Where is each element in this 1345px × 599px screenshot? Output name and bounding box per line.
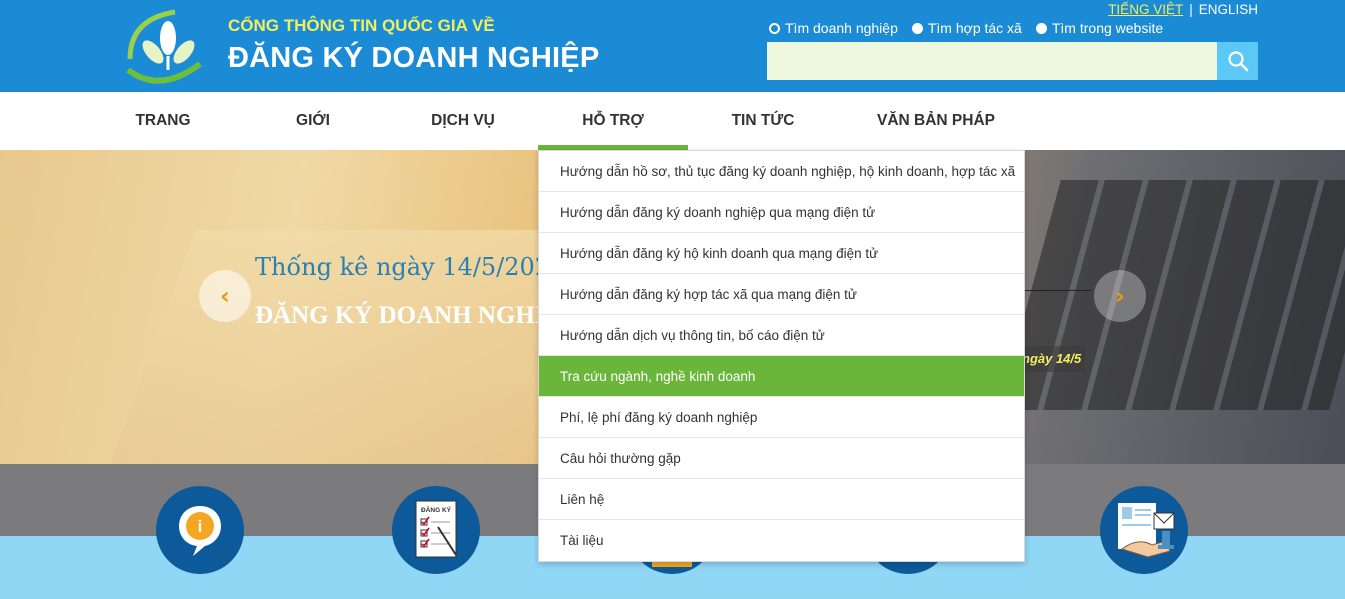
banner-divider bbox=[1025, 290, 1091, 291]
search-scope-options: Tìm doanh nghiệp Tìm hợp tác xã Tìm tron… bbox=[769, 20, 1163, 36]
quick-link-handshake[interactable] bbox=[1100, 486, 1188, 574]
support-dropdown-menu: Hướng dẫn hồ sơ, thủ tục đăng ký doanh n… bbox=[538, 150, 1025, 562]
banner-keyboard-image bbox=[999, 180, 1345, 410]
handshake-contract-icon bbox=[1118, 503, 1175, 558]
search-option-business[interactable]: Tìm doanh nghiệp bbox=[769, 20, 898, 36]
dropdown-item-faq[interactable]: Câu hỏi thường gặp bbox=[539, 438, 1024, 479]
banner-subtitle: ĐĂNG KÝ DOANH NGHIỆP bbox=[255, 302, 577, 329]
dropdown-item-documents[interactable]: Tài liệu bbox=[539, 520, 1024, 561]
search-input[interactable] bbox=[767, 42, 1217, 80]
nav-item-news[interactable]: TIN TỨC bbox=[731, 92, 795, 150]
nav-item-public-services[interactable]: DỊCH VỤ CÔNG bbox=[407, 92, 519, 187]
lang-separator: | bbox=[1189, 2, 1193, 17]
form-label-text: ĐĂNG KÝ bbox=[421, 505, 452, 514]
carousel-prev-button[interactable]: ‹ bbox=[199, 270, 251, 322]
nav-item-about[interactable]: GIỚI THIỆU bbox=[271, 92, 355, 187]
logo-icon[interactable] bbox=[120, 4, 210, 88]
lang-vietnamese-link[interactable]: TIẾNG VIỆT bbox=[1108, 2, 1183, 17]
nav-item-legal-documents[interactable]: VĂN BẢN PHÁP LUẬT bbox=[857, 92, 1015, 187]
banner-date-tag: ngày 14/5 bbox=[1018, 346, 1086, 372]
dropdown-item-online-household-registration[interactable]: Hướng dẫn đăng ký hộ kinh doanh qua mạng… bbox=[539, 233, 1024, 274]
info-badge-glyph: i bbox=[198, 517, 203, 536]
dropdown-item-e-announcement-guide[interactable]: Hướng dẫn dịch vụ thông tin, bố cáo điện… bbox=[539, 315, 1024, 356]
registration-form-icon: ĐĂNG KÝ bbox=[415, 500, 457, 558]
search-option-label: Tìm doanh nghiệp bbox=[785, 20, 898, 36]
carousel-next-button[interactable]: › bbox=[1094, 270, 1146, 322]
nav-item-support[interactable]: HỖ TRỢ bbox=[538, 92, 688, 150]
search-option-cooperative[interactable]: Tìm hợp tác xã bbox=[911, 20, 1022, 36]
search-option-label: Tìm trong website bbox=[1051, 20, 1164, 36]
radio-selected-icon[interactable] bbox=[769, 22, 780, 34]
nav-item-home[interactable]: TRANG CHỦ bbox=[118, 92, 208, 187]
quick-link-info[interactable]: i bbox=[156, 486, 244, 574]
brand-tagline: CỔNG THÔNG TIN QUỐC GIA VỀ bbox=[228, 16, 495, 35]
chevron-right-icon: › bbox=[1115, 282, 1125, 310]
dropdown-item-online-cooperative-registration[interactable]: Hướng dẫn đăng ký hợp tác xã qua mạng đi… bbox=[539, 274, 1024, 315]
radio-icon[interactable] bbox=[1035, 22, 1047, 34]
info-bubble-icon: i bbox=[179, 506, 221, 556]
search-option-website[interactable]: Tìm trong website bbox=[1035, 20, 1164, 36]
search-button[interactable] bbox=[1217, 42, 1258, 80]
search-option-label: Tìm hợp tác xã bbox=[927, 20, 1022, 36]
lang-english-link[interactable]: ENGLISH bbox=[1199, 2, 1258, 17]
radio-icon[interactable] bbox=[911, 22, 923, 34]
dropdown-item-fees[interactable]: Phí, lệ phí đăng ký doanh nghiệp bbox=[539, 397, 1024, 438]
language-switcher: TIẾNG VIỆT | ENGLISH bbox=[1108, 2, 1258, 17]
dropdown-item-business-lines-lookup[interactable]: Tra cứu ngành, nghề kinh doanh bbox=[539, 356, 1024, 397]
dropdown-item-contact[interactable]: Liên hệ bbox=[539, 479, 1024, 520]
site-header: CỔNG THÔNG TIN QUỐC GIA VỀ ĐĂNG KÝ DOANH… bbox=[0, 0, 1345, 92]
search-icon bbox=[1227, 51, 1248, 72]
brand-title[interactable]: ĐĂNG KÝ DOANH NGHIỆP bbox=[228, 42, 599, 75]
dropdown-item-registration-guide[interactable]: Hướng dẫn hồ sơ, thủ tục đăng ký doanh n… bbox=[539, 151, 1024, 192]
main-nav: TRANG CHỦ GIỚI THIỆU DỊCH VỤ CÔNG HỖ TRỢ… bbox=[0, 92, 1345, 187]
quick-link-register[interactable]: ĐĂNG KÝ bbox=[392, 486, 480, 574]
chevron-left-icon: ‹ bbox=[220, 282, 230, 310]
dropdown-item-online-business-registration[interactable]: Hướng dẫn đăng ký doanh nghiệp qua mạng … bbox=[539, 192, 1024, 233]
